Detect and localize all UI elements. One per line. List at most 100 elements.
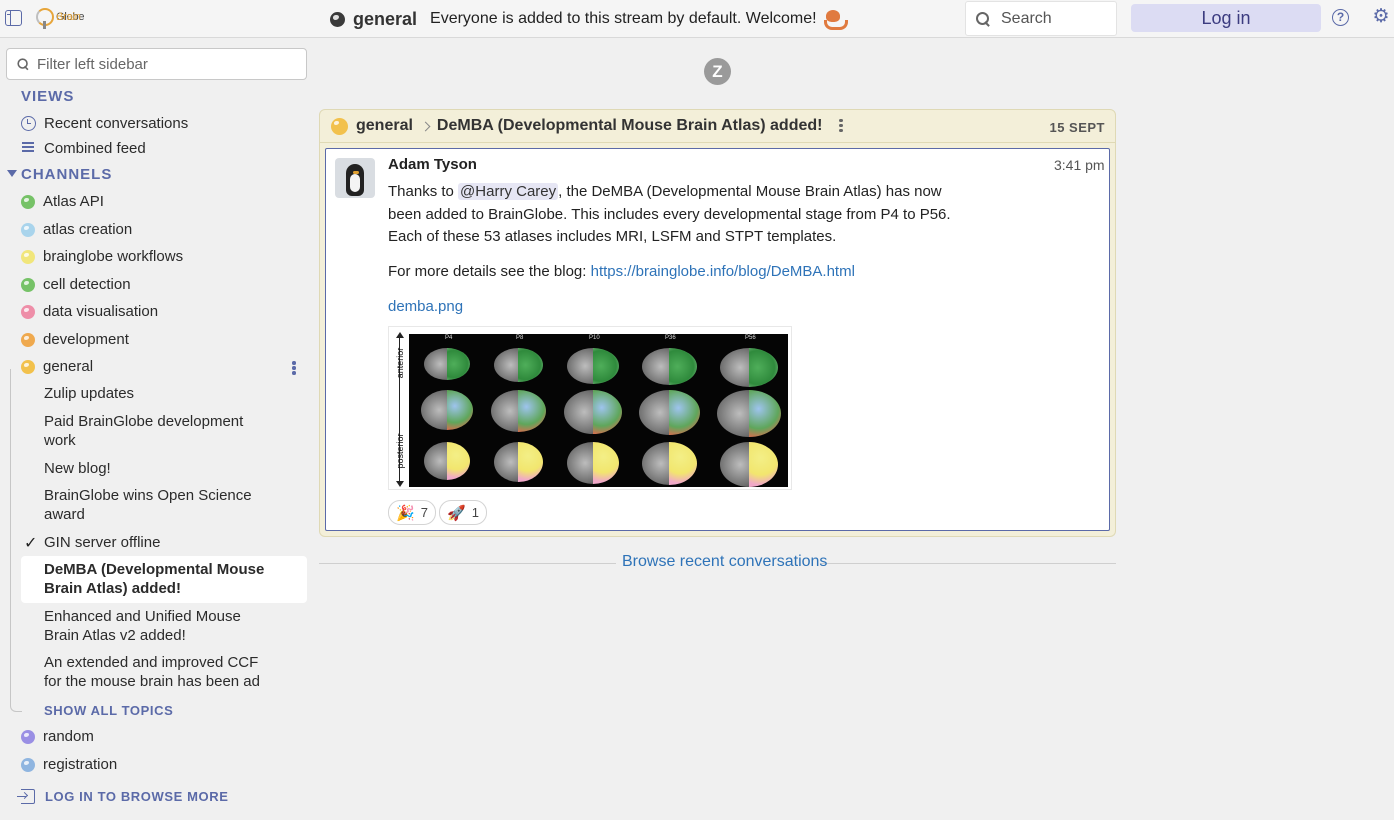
filter-sidebar-input[interactable]: Filter left sidebar bbox=[6, 48, 307, 80]
reaction-rocket[interactable]: 🚀 1 bbox=[439, 500, 487, 525]
attachment-link[interactable]: demba.png bbox=[388, 298, 463, 315]
brain-gray-half bbox=[424, 348, 447, 380]
chevron-right-icon bbox=[420, 121, 431, 131]
brain-gray-half bbox=[564, 390, 593, 434]
stream-globe-icon bbox=[331, 117, 348, 135]
brain-gray-half bbox=[493, 442, 518, 482]
channel-brainglobe-workflows[interactable]: brainglobe workflows bbox=[21, 248, 183, 265]
view-recent-conversations[interactable]: Recent conversations bbox=[21, 115, 188, 132]
message-paragraph: Thanks to @Harry Carey, the DeMBA (Devel… bbox=[388, 181, 978, 249]
topic-enhanced-unified-atlas[interactable]: Enhanced and Unified Mouse Brain Atlas v… bbox=[44, 607, 259, 645]
tada-emoji-icon: 🎉 bbox=[396, 503, 415, 522]
age-label: P10 bbox=[589, 335, 600, 341]
channel-cell-detection[interactable]: cell detection bbox=[21, 276, 131, 293]
channel-general[interactable]: general bbox=[21, 358, 93, 375]
help-icon[interactable]: ? bbox=[1332, 9, 1349, 26]
brain-atlas-half bbox=[447, 442, 470, 480]
message-text: Thanks to bbox=[388, 183, 459, 200]
log-in-to-browse-more-link[interactable]: LOG IN TO BROWSE MORE bbox=[17, 789, 229, 804]
channel-random[interactable]: random bbox=[21, 728, 94, 745]
brain-gray-half bbox=[567, 348, 593, 384]
brain-section-thumbnail bbox=[717, 390, 781, 437]
sender-name[interactable]: Adam Tyson bbox=[388, 156, 477, 173]
channel-options-icon[interactable] bbox=[292, 361, 296, 375]
topic-tree-line bbox=[10, 369, 22, 712]
brain-atlas-half bbox=[669, 390, 700, 435]
brain-atlas-half bbox=[749, 348, 778, 387]
brain-section-thumbnail bbox=[493, 442, 543, 482]
brain-atlas-half bbox=[593, 348, 619, 384]
channel-label: random bbox=[43, 728, 94, 745]
log-in-button[interactable]: Log in bbox=[1131, 4, 1321, 32]
search-input[interactable]: Search bbox=[965, 1, 1117, 36]
stream-globe-icon bbox=[21, 757, 35, 772]
age-label: P56 bbox=[745, 335, 756, 341]
message-date: 15 SEPT bbox=[1049, 120, 1105, 135]
brain-atlas-half bbox=[669, 442, 697, 485]
message-paragraph: For more details see the blog: https://b… bbox=[388, 261, 978, 284]
log-in-more-label: LOG IN TO BROWSE MORE bbox=[45, 789, 229, 804]
channel-label: brainglobe workflows bbox=[43, 248, 184, 265]
gear-icon[interactable]: ⚙ bbox=[1372, 7, 1390, 26]
age-label: P8 bbox=[516, 335, 524, 341]
brain-gray-half bbox=[424, 442, 447, 480]
brain-section-thumbnail bbox=[564, 390, 622, 434]
topic-options-icon[interactable] bbox=[839, 118, 843, 134]
channels-header[interactable]: CHANNELS bbox=[21, 166, 112, 183]
channel-data-visualisation[interactable]: data visualisation bbox=[21, 303, 158, 320]
channel-atlas-creation[interactable]: atlas creation bbox=[21, 221, 132, 238]
brain-gray-half bbox=[720, 348, 749, 387]
reaction-tada[interactable]: 🎉 7 bbox=[388, 500, 436, 525]
view-combined-feed[interactable]: Combined feed bbox=[21, 140, 146, 157]
topic-demba-added[interactable]: DeMBA (Developmental Mouse Brain Atlas) … bbox=[44, 560, 269, 598]
collapse-channels-icon[interactable] bbox=[7, 170, 17, 177]
topic-open-science-award[interactable]: BrainGlobe wins Open Science award bbox=[44, 486, 259, 524]
stream-globe-icon bbox=[21, 304, 35, 319]
brain-gray-half bbox=[720, 442, 749, 487]
brain-atlas-image: P4 P8 P10 P36 P56 bbox=[409, 334, 788, 487]
filter-placeholder: Filter left sidebar bbox=[37, 55, 148, 73]
brain-atlas-half bbox=[447, 348, 470, 380]
sidebar-toggle-icon[interactable] bbox=[5, 10, 22, 26]
penguin-beak bbox=[353, 171, 359, 174]
view-label: Combined feed bbox=[44, 140, 146, 157]
recipient-stream-link[interactable]: general bbox=[356, 117, 413, 135]
blog-link[interactable]: https://brainglobe.info/blog/DeMBA.html bbox=[591, 263, 855, 280]
search-icon bbox=[17, 58, 30, 71]
stream-globe-icon bbox=[21, 277, 35, 292]
topic-gin-server-offline[interactable]: GIN server offline bbox=[44, 533, 266, 552]
browse-recent-conversations-link[interactable]: Browse recent conversations bbox=[622, 553, 827, 571]
topic-new-blog[interactable]: New blog! bbox=[44, 459, 266, 478]
brain-atlas-half bbox=[593, 390, 622, 434]
user-mention[interactable]: @Harry Carey bbox=[458, 183, 559, 200]
brain-section-thumbnail bbox=[641, 442, 697, 485]
brain-section-thumbnail bbox=[424, 348, 470, 380]
reaction-count: 7 bbox=[420, 505, 428, 520]
message-content: Thanks to @Harry Carey, the DeMBA (Devel… bbox=[388, 181, 978, 295]
brain-section-thumbnail bbox=[638, 390, 700, 435]
brain-atlas-half bbox=[518, 348, 543, 382]
avatar[interactable] bbox=[335, 158, 375, 198]
brain-atlas-half bbox=[518, 390, 546, 432]
message-time[interactable]: 3:41 pm bbox=[1054, 157, 1105, 173]
topic-zulip-updates[interactable]: Zulip updates bbox=[44, 384, 266, 403]
brain-gray-half bbox=[638, 390, 669, 435]
divider bbox=[820, 563, 1116, 564]
log-in-icon bbox=[17, 789, 35, 804]
topic-paid-development[interactable]: Paid BrainGlobe development work bbox=[44, 412, 259, 450]
top-navbar: Brain Globe general Everyone is added to … bbox=[0, 0, 1394, 38]
topic-extended-ccf[interactable]: An extended and improved CCF for the mou… bbox=[44, 653, 266, 691]
channel-atlas-api[interactable]: Atlas API bbox=[21, 193, 104, 210]
brainglobe-logo[interactable]: Brain Globe bbox=[36, 6, 85, 29]
octopus-emoji-icon bbox=[823, 9, 848, 30]
channel-development[interactable]: development bbox=[21, 331, 129, 348]
channel-registration[interactable]: registration bbox=[21, 756, 117, 773]
logo-globe-icon bbox=[36, 8, 54, 29]
brain-section-thumbnail bbox=[567, 348, 619, 384]
views-header[interactable]: VIEWS bbox=[21, 88, 74, 105]
recipient-topic-link[interactable]: DeMBA (Developmental Mouse Brain Atlas) … bbox=[437, 117, 823, 135]
brain-section-thumbnail bbox=[641, 348, 697, 385]
stream-title[interactable]: general bbox=[353, 9, 417, 30]
arrow-up-icon bbox=[396, 332, 404, 338]
show-all-topics-link[interactable]: SHOW ALL TOPICS bbox=[44, 703, 173, 718]
